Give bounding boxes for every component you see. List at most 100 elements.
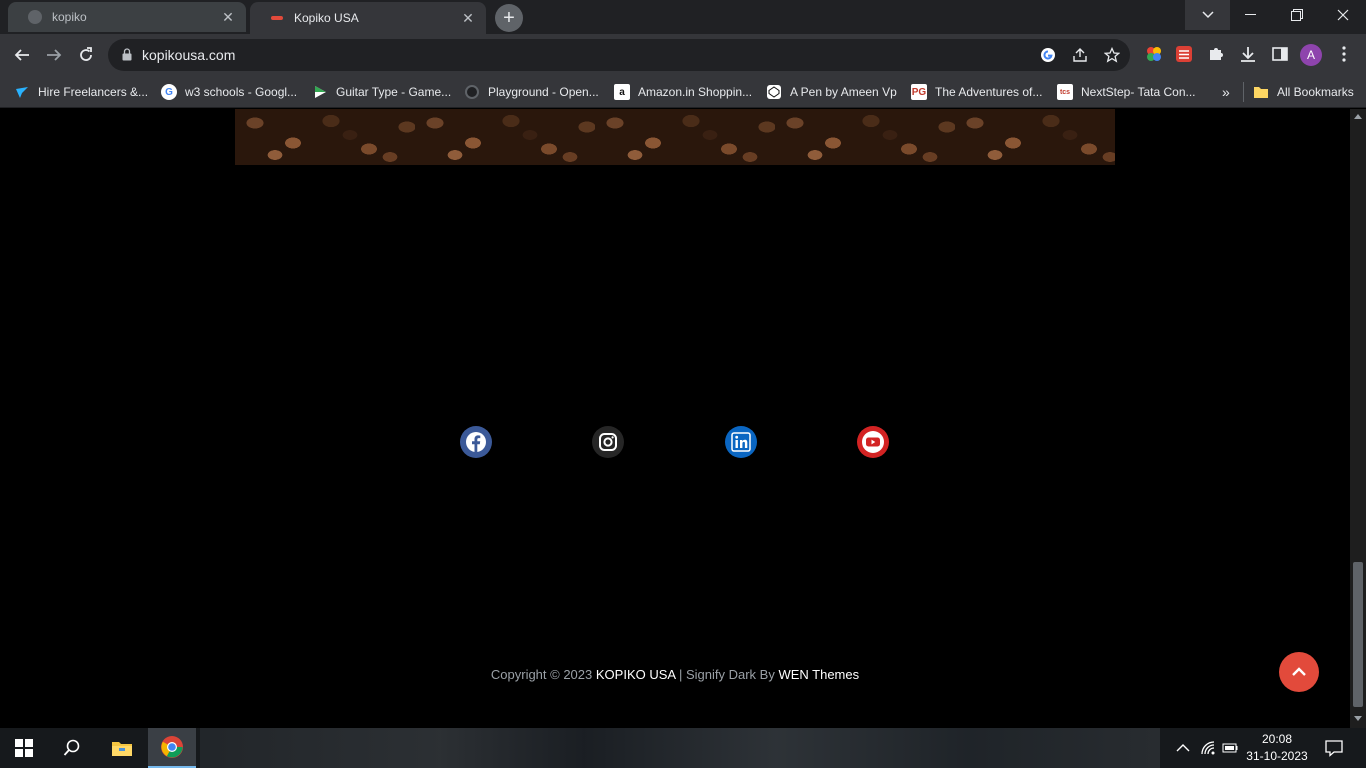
arrow-left-icon <box>14 49 29 61</box>
chrome-icon <box>161 736 183 758</box>
game-icon <box>312 84 328 100</box>
tab-title: kopiko <box>52 10 87 24</box>
bookmark-label: Hire Freelancers &... <box>38 85 149 99</box>
bookmark-label: Guitar Type - Game... <box>336 85 452 99</box>
bookmark-item[interactable]: tcs NextStep- Tata Con... <box>1057 82 1196 102</box>
bookmarks-overflow-button[interactable]: » <box>1222 82 1230 102</box>
tab-kopiko[interactable]: kopiko ✕ <box>8 2 246 32</box>
google-lens-icon[interactable] <box>1040 47 1056 63</box>
instagram-link[interactable] <box>592 426 624 458</box>
bookmark-label: A Pen by Ameen Vp <box>790 85 897 99</box>
amazon-icon: a <box>614 84 630 100</box>
bookmark-label: The Adventures of... <box>935 85 1043 99</box>
bookmark-item[interactable]: PG The Adventures of... <box>911 82 1042 102</box>
bookmark-item[interactable]: Hire Freelancers &... <box>14 82 148 102</box>
color-picker-extension-icon[interactable] <box>1144 44 1164 64</box>
battery-icon[interactable] <box>1222 740 1238 756</box>
bookmark-item[interactable]: A Pen by Ameen Vp <box>766 82 897 102</box>
theme-credit-text: | Signify Dark By <box>675 667 779 682</box>
all-bookmarks-label: All Bookmarks <box>1277 85 1354 99</box>
globe-icon <box>28 10 42 24</box>
facebook-link[interactable] <box>460 426 492 458</box>
puzzle-extensions-icon[interactable] <box>1206 44 1226 64</box>
bookmark-label: w3 schools - Googl... <box>185 85 298 99</box>
pg-icon: PG <box>911 84 927 100</box>
facebook-icon <box>466 432 486 452</box>
divider <box>1243 82 1244 102</box>
tab-title: Kopiko USA <box>294 11 359 25</box>
kopiko-favicon-icon <box>270 11 284 25</box>
close-window-button[interactable] <box>1320 0 1366 30</box>
bookmark-label: Amazon.in Shoppin... <box>638 85 753 99</box>
reload-button[interactable] <box>72 41 100 69</box>
chevron-up-icon[interactable] <box>1175 740 1191 756</box>
star-icon[interactable] <box>1104 47 1120 63</box>
bookmark-item[interactable]: Playground - Open... <box>464 82 599 102</box>
bookmark-label: NextStep- Tata Con... <box>1081 85 1196 99</box>
scroll-up-arrow-icon[interactable] <box>1354 114 1362 119</box>
url-text: kopikousa.com <box>142 47 236 63</box>
reload-icon <box>80 47 92 61</box>
youtube-link[interactable] <box>857 426 889 458</box>
site-footer: Copyright © 2023 KOPIKO USA | Signify Da… <box>0 667 1350 682</box>
profile-avatar[interactable]: A <box>1300 44 1322 66</box>
wifi-icon[interactable] <box>1200 740 1216 756</box>
side-panel-icon[interactable] <box>1270 44 1290 64</box>
instagram-icon <box>599 433 617 451</box>
page-viewport: Copyright © 2023 KOPIKO USA | Signify Da… <box>0 109 1350 728</box>
folder-icon <box>112 742 132 756</box>
windows-logo-icon <box>15 739 33 757</box>
scroll-down-arrow-icon[interactable] <box>1354 716 1362 721</box>
restore-button[interactable] <box>1274 0 1320 30</box>
share-icon[interactable] <box>1072 47 1088 63</box>
address-bar[interactable]: kopikousa.com <box>108 39 1130 71</box>
forward-button[interactable] <box>40 41 68 69</box>
bookmarks-bar: Hire Freelancers &... G w3 schools - Goo… <box>0 76 1366 108</box>
lock-icon[interactable] <box>122 48 132 61</box>
kebab-menu-icon[interactable] <box>1334 44 1354 64</box>
close-icon[interactable]: ✕ <box>220 9 236 25</box>
file-explorer-button[interactable] <box>98 728 146 768</box>
windows-taskbar: 20:08 31-10-2023 <box>0 728 1366 768</box>
arrow-right-icon <box>47 49 62 61</box>
scrollbar-thumb[interactable] <box>1353 562 1363 707</box>
clock-date: 31-10-2023 <box>1246 749 1308 763</box>
bookmark-item[interactable]: a Amazon.in Shoppin... <box>614 82 752 102</box>
site-name-link[interactable]: KOPIKO USA <box>596 667 675 682</box>
all-bookmarks-button[interactable]: All Bookmarks <box>1253 82 1354 102</box>
start-button[interactable] <box>0 728 48 768</box>
wen-themes-link[interactable]: WEN Themes <box>778 667 859 682</box>
openai-icon <box>464 84 480 100</box>
linkedin-link[interactable] <box>725 426 757 458</box>
tab-search-button[interactable] <box>1184 0 1230 30</box>
clock-time: 20:08 <box>1261 732 1293 746</box>
bookmark-item[interactable]: G w3 schools - Googl... <box>161 82 297 102</box>
chrome-taskbar-button[interactable] <box>148 728 196 768</box>
codepen-icon <box>766 84 782 100</box>
system-clock[interactable]: 20:08 31-10-2023 <box>1240 731 1314 765</box>
google-icon: G <box>161 84 177 100</box>
search-button[interactable] <box>48 728 96 768</box>
folder-icon <box>1253 84 1269 100</box>
taskbar-wallpaper <box>200 728 1160 768</box>
close-icon[interactable]: ✕ <box>460 10 476 26</box>
linkedin-icon <box>731 432 751 452</box>
new-tab-button[interactable]: + <box>495 4 523 32</box>
chevron-up-icon <box>1292 667 1306 676</box>
notification-center-icon[interactable] <box>1325 739 1343 757</box>
freelancer-icon <box>14 84 30 100</box>
search-icon <box>63 739 80 756</box>
chevron-double-right-icon: » <box>1222 84 1230 100</box>
coffee-beans-image <box>235 109 1115 165</box>
download-icon[interactable] <box>1238 44 1258 64</box>
page-scrollbar[interactable] <box>1350 109 1366 728</box>
tab-strip: kopiko ✕ Kopiko USA ✕ + <box>0 0 1366 34</box>
minimize-button[interactable] <box>1228 0 1274 30</box>
copyright-text: Copyright © 2023 <box>490 667 596 682</box>
bookmark-item[interactable]: Guitar Type - Game... <box>312 82 451 102</box>
back-button[interactable] <box>8 41 36 69</box>
scroll-to-top-button[interactable] <box>1279 652 1319 692</box>
todoist-extension-icon[interactable] <box>1174 44 1194 64</box>
tab-kopiko-usa[interactable]: Kopiko USA ✕ <box>250 2 486 34</box>
youtube-icon <box>862 431 884 453</box>
